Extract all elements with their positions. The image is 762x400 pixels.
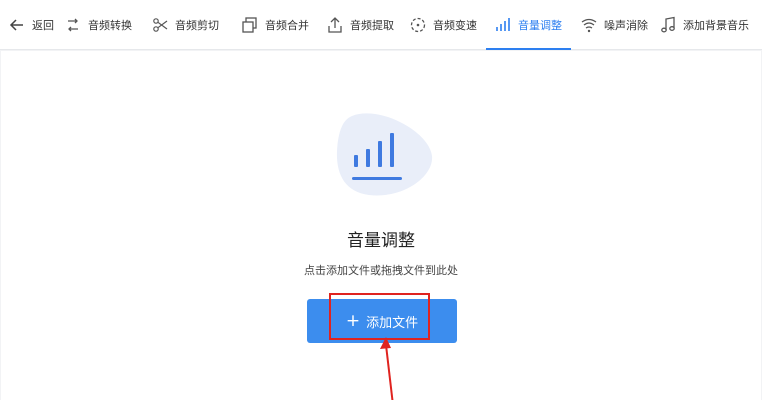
- toolbar: 返回 音频转换 音频剪切 音频合并 音频提取 音频变速 音量调整 噪声消除 添加…: [0, 0, 762, 50]
- tab-audio-convert-label: 音频转换: [88, 19, 132, 32]
- page-title: 音量调整: [347, 231, 415, 251]
- back-arrow-icon: [8, 16, 26, 34]
- extract-icon: [326, 16, 344, 34]
- annotation-arrow-icon: [380, 337, 394, 400]
- tab-audio-cut[interactable]: 音频剪切: [151, 0, 219, 50]
- back-label: 返回: [32, 19, 54, 32]
- tab-add-bg-music-label: 添加背景音乐: [683, 19, 749, 32]
- tab-audio-cut-label: 音频剪切: [175, 19, 219, 32]
- tab-audio-merge-label: 音频合并: [265, 19, 309, 32]
- drop-zone[interactable]: 音量调整 点击添加文件或拖拽文件到此处 + 添加文件: [1, 51, 761, 400]
- volume-illustration: [334, 111, 434, 196]
- tab-audio-extract[interactable]: 音频提取: [326, 0, 394, 50]
- tab-audio-extract-label: 音频提取: [350, 19, 394, 32]
- app-window: 返回 音频转换 音频剪切 音频合并 音频提取 音频变速 音量调整 噪声消除 添加…: [0, 0, 762, 400]
- tab-audio-merge[interactable]: 音频合并: [241, 0, 309, 50]
- tab-noise-removal[interactable]: 噪声消除: [580, 0, 648, 50]
- tab-volume-adjust[interactable]: 音量调整: [486, 0, 571, 50]
- merge-icon: [241, 16, 259, 34]
- speed-icon: [409, 16, 427, 34]
- drop-hint: 点击添加文件或拖拽文件到此处: [304, 264, 458, 277]
- tab-noise-removal-label: 噪声消除: [604, 19, 648, 32]
- back-button[interactable]: 返回: [8, 0, 54, 50]
- convert-icon: [64, 16, 82, 34]
- scissors-icon: [151, 16, 169, 34]
- plus-icon: +: [345, 310, 361, 331]
- tab-audio-speed[interactable]: 音频变速: [409, 0, 477, 50]
- music-note-icon: [659, 16, 677, 34]
- tab-add-bg-music[interactable]: 添加背景音乐: [659, 0, 749, 50]
- tab-audio-convert[interactable]: 音频转换: [64, 0, 132, 50]
- noise-icon: [580, 16, 598, 34]
- add-file-label: 添加文件: [366, 315, 419, 331]
- hero-blob: [336, 113, 433, 196]
- tab-volume-adjust-label: 音量调整: [518, 19, 562, 32]
- add-file-button[interactable]: + 添加文件: [307, 299, 457, 343]
- volume-bars-icon: [494, 16, 512, 34]
- tab-audio-speed-label: 音频变速: [433, 19, 477, 32]
